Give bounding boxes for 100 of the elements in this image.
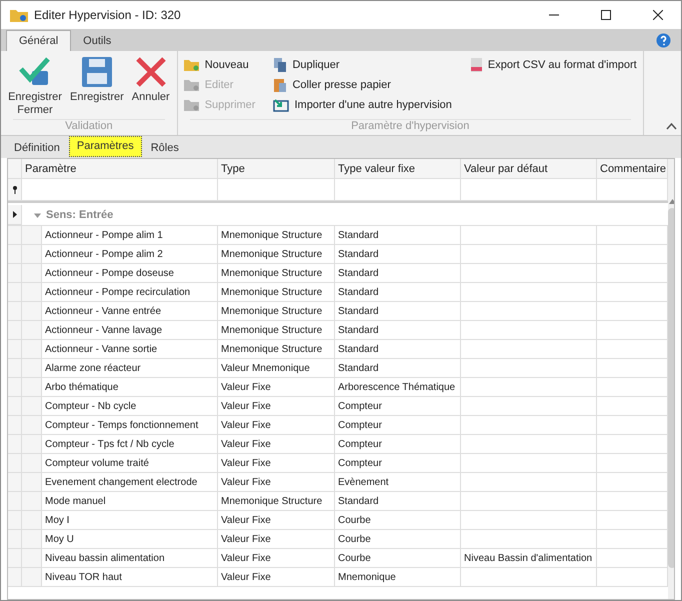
row-header-cell[interactable]: [8, 568, 22, 587]
row-header-cell[interactable]: [8, 454, 22, 473]
indent-cell: [22, 473, 42, 492]
row-header-cell[interactable]: [8, 340, 22, 359]
folder-icon: [184, 58, 200, 72]
row-header-cell[interactable]: [8, 359, 22, 378]
indent-cell: [22, 397, 42, 416]
ribbon-button[interactable]: Dupliquer: [271, 55, 342, 75]
document-icon: [470, 57, 483, 73]
table-cell: Compteur: [335, 454, 461, 473]
table-cell: Valeur Fixe: [218, 397, 335, 416]
row-header-cell[interactable]: [8, 321, 22, 340]
ribbon-button[interactable]: Coller presse papier: [271, 75, 393, 95]
table-cell: Valeur Fixe: [218, 568, 335, 587]
table-cell: Valeur Mnemonique: [218, 359, 335, 378]
ribbon-button[interactable]: Importer d'une autre hypervision: [271, 95, 454, 115]
caret-icon: [34, 212, 41, 218]
ribbon-button[interactable]: Enregistrer Fermer: [5, 53, 65, 119]
ribbon-tab[interactable]: Outils: [71, 31, 124, 51]
table-cell: Valeur Fixe: [218, 378, 335, 397]
row-header-cell[interactable]: [8, 511, 22, 530]
row-header-cell[interactable]: [8, 226, 22, 245]
tab[interactable]: Rôles: [144, 139, 186, 158]
row-header-cell[interactable]: [8, 416, 22, 435]
table-cell: Mnemonique Structure: [218, 340, 335, 359]
folder-icon: [184, 78, 200, 92]
table-cell: Alarme zone réacteur: [42, 359, 218, 378]
save-icon: [80, 55, 114, 89]
row-header-cell[interactable]: [8, 473, 22, 492]
ribbon-button[interactable]: Enregistrer: [67, 53, 127, 119]
column-header[interactable]: Commentaire: [597, 159, 668, 179]
table-cell: Valeur Fixe: [218, 530, 335, 549]
filter-field[interactable]: [218, 179, 335, 201]
table-cell: Niveau Bassin d'alimentation: [461, 549, 597, 568]
table-cell: Actionneur - Pompe alim 1: [42, 226, 218, 245]
close-icon[interactable]: [653, 10, 663, 20]
table-cell: Standard: [335, 340, 461, 359]
row-header-cell[interactable]: [8, 283, 22, 302]
row-header-cell[interactable]: [8, 179, 22, 201]
tab[interactable]: Paramètres: [68, 136, 142, 157]
row-header-cell[interactable]: [8, 549, 22, 568]
table-cell: Compteur: [335, 435, 461, 454]
table-cell: Actionneur - Pompe alim 2: [42, 245, 218, 264]
row-header-cell[interactable]: [8, 378, 22, 397]
table-cell: Moy U: [42, 530, 218, 549]
table-cell: Mnemonique Structure: [218, 264, 335, 283]
table-cell: Niveau TOR haut: [42, 568, 218, 587]
row-header-cell[interactable]: [8, 530, 22, 549]
table-cell: Compteur: [335, 397, 461, 416]
indent-cell: [22, 435, 42, 454]
chevron-up-icon[interactable]: [666, 122, 677, 130]
row-header-cell[interactable]: [8, 492, 22, 511]
maximize-icon[interactable]: [601, 10, 611, 20]
table-cell: Mnemonique Structure: [218, 283, 335, 302]
row-header-cell[interactable]: [8, 302, 22, 321]
table-cell: Evenement changement electrode: [42, 473, 218, 492]
table-cell: Mnemonique Structure: [218, 302, 335, 321]
row-header-cell[interactable]: [8, 264, 22, 283]
column-header[interactable]: Type valeur fixe: [335, 159, 461, 179]
filter-field[interactable]: [22, 179, 218, 201]
help-icon[interactable]: [656, 32, 671, 48]
column-header[interactable]: Type: [218, 159, 335, 179]
column-header[interactable]: Valeur par défaut: [461, 159, 597, 179]
indent-cell: [22, 321, 42, 340]
table-cell: Compteur: [335, 416, 461, 435]
table-cell: Courbe: [335, 511, 461, 530]
table-cell: Courbe: [335, 530, 461, 549]
table-cell: Valeur Fixe: [218, 473, 335, 492]
indent-cell: [22, 511, 42, 530]
row-header-cell[interactable]: [8, 245, 22, 264]
row-header-cell[interactable]: [8, 397, 22, 416]
ribbon-button[interactable]: Annuler: [128, 53, 173, 119]
table-cell: Standard: [335, 302, 461, 321]
arrow-up-icon[interactable]: [668, 199, 674, 204]
filter-field[interactable]: [461, 179, 597, 201]
table-cell: Standard: [335, 492, 461, 511]
indent-cell: [22, 378, 42, 397]
table-cell: Compteur - Temps fonctionnement: [42, 416, 218, 435]
table-cell: Standard: [335, 283, 461, 302]
indent-cell: [22, 340, 42, 359]
indent-cell: [22, 568, 42, 587]
row-header-cell[interactable]: [8, 435, 22, 454]
table-cell: Standard: [335, 321, 461, 340]
scroll-thumb[interactable]: [668, 208, 674, 568]
ribbon-tab[interactable]: Général: [6, 30, 72, 51]
tab[interactable]: Définition: [7, 139, 67, 158]
ribbon-group-label: Paramètre d'hypervision: [190, 119, 631, 135]
table-cell: Standard: [335, 245, 461, 264]
table-cell: Valeur Fixe: [218, 416, 335, 435]
filter-field[interactable]: [335, 179, 461, 201]
indent-cell: [22, 283, 42, 302]
ribbon-button[interactable]: Export CSV au format d'import: [468, 55, 639, 75]
column-header[interactable]: Paramètre: [22, 159, 218, 179]
scrollbar[interactable]: [668, 159, 674, 599]
folder-icon: [184, 98, 200, 112]
table-cell: Actionneur - Pompe recirculation: [42, 283, 218, 302]
ribbon-button[interactable]: Nouveau: [182, 55, 251, 75]
row-header-cell[interactable]: [8, 205, 22, 225]
table-cell: Compteur volume traité: [42, 454, 218, 473]
indent-cell: [22, 245, 42, 264]
